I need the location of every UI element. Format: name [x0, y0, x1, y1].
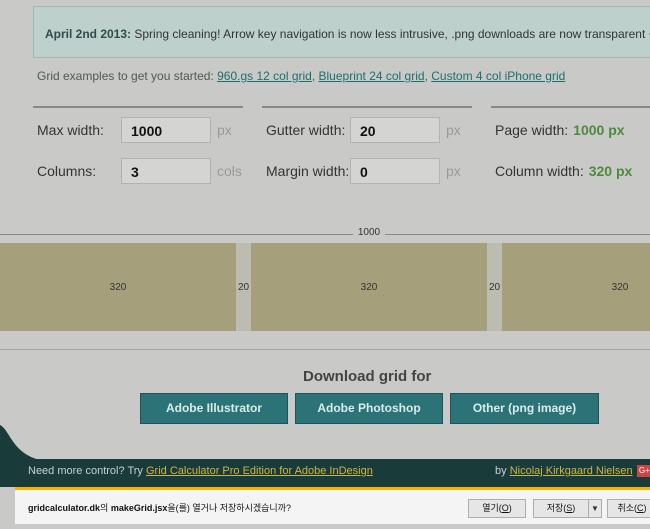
examples-prefix: Grid examples to get you started:	[37, 69, 218, 83]
footer-promo-text: Need more control? Try	[28, 465, 146, 477]
column-width-row: Column width: 320 px	[491, 158, 632, 184]
download-open-button[interactable]: 열기(O)	[468, 499, 526, 518]
footer-promo: Need more control? Try Grid Calculator P…	[28, 465, 373, 477]
pro-edition-link[interactable]: Grid Calculator Pro Edition for Adobe In…	[146, 465, 373, 477]
gutter-width-row: Gutter width: 20 px	[262, 117, 461, 143]
gutter-width-unit: px	[446, 122, 461, 138]
download-prompt-particle: 의	[100, 503, 111, 513]
gutter-width-label: Gutter width:	[266, 122, 346, 138]
form-column-results: Page width: 1000 px Column width: 320 px	[491, 106, 650, 192]
author-link[interactable]: Nicolaj Kirkgaard Nielsen	[510, 465, 633, 477]
example-link-iphone[interactable]: Custom 4 col iPhone grid	[431, 69, 565, 83]
download-save-button[interactable]: 저장(S)	[533, 499, 589, 518]
download-save-label: 저장(	[546, 503, 567, 513]
download-open-close-paren: )	[508, 503, 512, 513]
download-open-key: O	[501, 503, 509, 513]
page-width-value: 1000 px	[573, 122, 625, 138]
download-filename: makeGrid.jsx	[110, 503, 168, 513]
download-save-options-arrow[interactable]: ▼	[588, 499, 602, 518]
margin-width-row: Margin width: 0 px	[262, 158, 461, 184]
site-footer: Need more control? Try Grid Calculator P…	[0, 459, 650, 487]
columns-input[interactable]: 3	[121, 158, 211, 184]
footer-credit-text: by	[495, 465, 510, 477]
download-photoshop-button[interactable]: Adobe Photoshop	[295, 393, 443, 424]
example-link-blueprint[interactable]: Blueprint 24 col grid	[319, 69, 425, 83]
download-cancel-label: 취소(	[617, 503, 638, 513]
columns-label: Columns:	[37, 163, 97, 179]
example-link-960gs[interactable]: 960.gs 12 col grid	[217, 69, 312, 83]
section-divider	[0, 349, 650, 350]
columns-row: Columns: 3 cols	[33, 158, 242, 184]
decorative-wave	[0, 425, 40, 460]
download-title: Download grid for	[303, 368, 432, 385]
grid-gutter-1-label: 20	[237, 282, 250, 293]
total-width-ruler	[0, 234, 650, 235]
banner-date: April 2nd 2013:	[45, 27, 132, 41]
grid-gutter-2-label: 20	[488, 282, 501, 293]
download-save-close-paren: )	[572, 503, 576, 513]
download-open-label: 열기(	[482, 503, 502, 513]
grid-column-2-label: 320	[360, 282, 378, 293]
max-width-unit: px	[217, 122, 232, 138]
download-cancel-button[interactable]: 취소(C)	[607, 499, 650, 518]
page-width-label: Page width:	[495, 122, 569, 138]
form-column-width-settings: Max width: 1000 px Columns: 3 cols	[33, 106, 243, 192]
total-width-label: 1000	[353, 227, 385, 238]
browser-download-bar: gridcalculator.dk의 makeGrid.jsx을(를) 열거나 …	[15, 487, 650, 524]
columns-unit: cols	[217, 163, 242, 179]
margin-width-label: Margin width:	[266, 163, 350, 179]
form-column-gutter-settings: Gutter width: 20 px Margin width: 0 px	[262, 106, 472, 192]
download-illustrator-button[interactable]: Adobe Illustrator	[140, 393, 288, 424]
google-plus-icon[interactable]: G+1	[636, 465, 650, 478]
grid-examples: Grid examples to get you started: 960.gs…	[37, 69, 566, 83]
margin-width-unit: px	[446, 163, 461, 179]
column-width-value: 320 px	[588, 163, 633, 179]
announcement-banner: April 2nd 2013: Spring cleaning! Arrow k…	[33, 6, 650, 58]
max-width-input[interactable]: 1000	[121, 117, 211, 143]
grid-column-3-label: 320	[611, 282, 629, 293]
download-cancel-close-paren: )	[643, 503, 647, 513]
download-prompt-question: 을(를) 열거나 저장하시겠습니까?	[167, 503, 291, 513]
max-width-label: Max width:	[37, 122, 104, 138]
footer-credit: by Nicolaj Kirkgaard NielsenG+1	[495, 465, 650, 478]
grid-column-1-label: 320	[109, 282, 127, 293]
column-width-label: Column width:	[495, 163, 584, 179]
download-prompt: gridcalculator.dk의 makeGrid.jsx을(를) 열거나 …	[28, 501, 291, 514]
download-png-button[interactable]: Other (png image)	[450, 393, 599, 424]
banner-text: Spring cleaning! Arrow key navigation is…	[134, 27, 650, 41]
margin-width-input[interactable]: 0	[350, 158, 440, 184]
max-width-row: Max width: 1000 px	[33, 117, 232, 143]
page-width-row: Page width: 1000 px	[491, 117, 625, 143]
download-host: gridcalculator.dk	[28, 503, 101, 513]
gutter-width-input[interactable]: 20	[350, 117, 440, 143]
